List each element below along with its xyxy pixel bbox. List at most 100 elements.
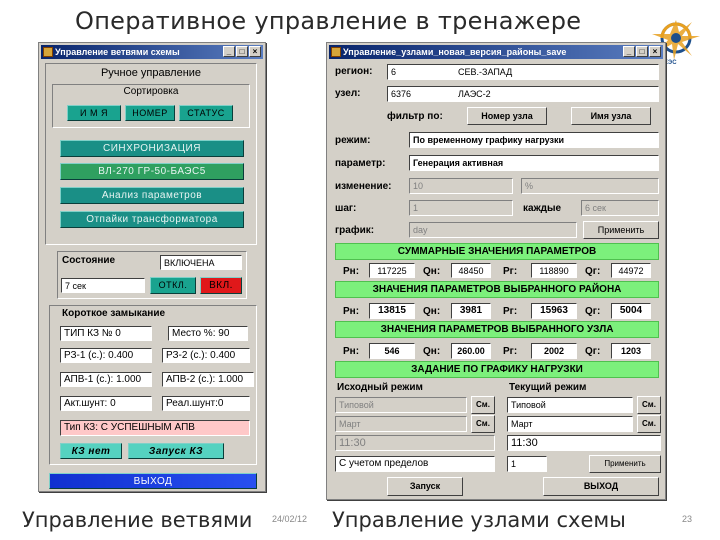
- sort-by-name-button[interactable]: И М Я: [67, 105, 121, 121]
- sum-pn-value: 117225: [369, 263, 415, 278]
- node-pn-label: Pн:: [343, 346, 360, 357]
- branch-window-title: Управление ветвями схемы: [55, 47, 180, 57]
- initial-month-cm-button[interactable]: См.: [471, 415, 495, 433]
- parameter-analysis-button[interactable]: Анализ параметров: [60, 187, 244, 204]
- transformer-taps-button[interactable]: Отпайки трансформатора: [60, 211, 244, 228]
- current-month-cm-button[interactable]: См.: [637, 415, 661, 433]
- apply-graph-button[interactable]: Применить: [583, 221, 659, 239]
- filter-by-number-button[interactable]: Номер узла: [467, 107, 547, 125]
- task-header: ЗАДАНИЕ ПО ГРАФИКУ НАГРУЗКИ: [335, 361, 659, 378]
- node-pn-value: 546: [369, 343, 415, 359]
- district-qg-value: 5004: [611, 303, 651, 319]
- node-qg-value: 1203: [611, 343, 651, 359]
- sum-qg-label: Qг:: [585, 266, 601, 277]
- sc-type-number: ТИП КЗ № 0: [60, 326, 152, 341]
- branch-window-titlebar[interactable]: Управление ветвями схемы _ □ ×: [41, 45, 263, 59]
- node-name: ЛАЭС-2: [458, 89, 491, 99]
- region-select[interactable]: 6 СЕВ.-ЗАПАД: [387, 64, 659, 80]
- mode-label: режим:: [335, 135, 371, 146]
- current-month-value: Март: [507, 416, 633, 432]
- param-label: параметр:: [335, 158, 386, 169]
- initial-time-value: 11:30: [335, 435, 495, 451]
- start-button[interactable]: Запуск: [387, 477, 463, 496]
- state-panel: Состояние ВКЛЮЧЕНА 7 сек ОТКЛ. ВКЛ.: [57, 251, 247, 299]
- summary-header: СУММАРНЫЕ ЗНАЧЕНИЯ ПАРАМЕТРОВ: [335, 243, 659, 260]
- sum-pg-label: Pг:: [503, 266, 518, 277]
- change-label: изменение:: [335, 181, 392, 192]
- node-window-titlebar[interactable]: Управление_узлами_новая_версия_районы_sa…: [329, 45, 663, 59]
- sc-relay-1: РЗ-1 (с.): 0.400: [60, 348, 152, 363]
- state-value: ВКЛЮЧЕНА: [160, 255, 242, 270]
- slide-title: Оперативное управление в тренажере: [75, 7, 582, 35]
- current-time-value: 11:30: [507, 435, 661, 451]
- short-circuit-title: Короткое замыкание: [62, 308, 166, 319]
- close-button[interactable]: ×: [649, 46, 661, 57]
- node-qn-label: Qн:: [423, 346, 441, 357]
- short-circuit-panel: Короткое замыкание ТИП КЗ № 0 Место %: 9…: [49, 305, 257, 465]
- initial-mode-cm-button[interactable]: См.: [471, 396, 495, 414]
- switch-on-button[interactable]: ВКЛ.: [200, 277, 242, 294]
- every-value[interactable]: 6 сек: [581, 200, 659, 216]
- graph-value[interactable]: day: [409, 222, 577, 238]
- close-button[interactable]: ×: [249, 46, 261, 57]
- node-code: 6376: [391, 89, 412, 99]
- limits-select[interactable]: С учетом пределов: [335, 456, 495, 472]
- graph-label: график:: [335, 225, 375, 236]
- change-value[interactable]: 10: [409, 178, 513, 194]
- node-control-window: Управление_узлами_новая_версия_районы_sa…: [326, 42, 666, 500]
- current-mode-cm-button[interactable]: См.: [637, 396, 661, 414]
- limits-number[interactable]: 1: [507, 456, 547, 472]
- initial-month-value: Март: [335, 416, 467, 432]
- node-select[interactable]: 6376 ЛАЭС-2: [387, 86, 659, 102]
- minimize-button[interactable]: _: [223, 46, 235, 57]
- maximize-button[interactable]: □: [636, 46, 648, 57]
- synchronization-button[interactable]: СИНХРОНИЗАЦИЯ: [60, 140, 244, 157]
- sort-panel: Сортировка И М Я НОМЕР СТАТУС: [52, 84, 250, 128]
- param-select[interactable]: Генерация активная: [409, 155, 659, 171]
- district-qg-label: Qг:: [585, 306, 601, 317]
- switch-off-button[interactable]: ОТКЛ.: [150, 277, 196, 294]
- sum-pn-label: Pн:: [343, 266, 360, 277]
- current-mode-value: Типовой: [507, 397, 633, 413]
- region-name: СЕВ.-ЗАПАД: [458, 67, 513, 77]
- sc-start-button[interactable]: Запуск КЗ: [128, 443, 224, 459]
- mode-select[interactable]: По временному графику нагрузки: [409, 132, 659, 148]
- district-pg-value: 15963: [531, 303, 577, 319]
- district-pg-label: Pг:: [503, 306, 518, 317]
- apply-task-button[interactable]: Применить: [589, 455, 661, 473]
- state-label: Состояние: [62, 255, 116, 266]
- district-qn-label: Qн:: [423, 306, 441, 317]
- node-pg-value: 2002: [531, 343, 577, 359]
- district-pn-value: 13815: [369, 303, 415, 319]
- region-code: 6: [391, 67, 397, 77]
- district-pn-label: Pн:: [343, 306, 360, 317]
- initial-mode-value: Типовой: [335, 397, 467, 413]
- step-value[interactable]: 1: [409, 200, 513, 216]
- sc-reclose-1: АПВ-1 (с.): 1.000: [60, 372, 152, 387]
- node-label: узел:: [335, 88, 361, 99]
- branch-exit-button[interactable]: ВЫХОД: [49, 473, 257, 489]
- sum-pg-value: 118890: [531, 263, 577, 278]
- sc-real-shunt: Реал.шунт:0: [162, 396, 250, 411]
- page-number: 23: [682, 514, 693, 524]
- node-exit-button[interactable]: ВЫХОД: [543, 477, 659, 496]
- sum-qn-label: Qн:: [423, 266, 441, 277]
- sum-qg-value: 44972: [611, 263, 651, 278]
- sort-by-status-button[interactable]: СТАТУС: [179, 105, 233, 121]
- sc-none-button[interactable]: КЗ нет: [60, 443, 122, 459]
- region-label: регион:: [335, 66, 373, 77]
- sum-qn-value: 48450: [451, 263, 491, 278]
- sc-reclose-2: АПВ-2 (с.): 1.000: [162, 372, 254, 387]
- sc-relay-2: РЗ-2 (с.): 0.400: [162, 348, 250, 363]
- branch-selector-button[interactable]: ВЛ-270 ГР-50-БАЭС5: [60, 163, 244, 180]
- maximize-button[interactable]: □: [236, 46, 248, 57]
- app-icon: [331, 47, 341, 57]
- every-label: каждые: [523, 203, 562, 214]
- sort-by-number-button[interactable]: НОМЕР: [125, 105, 175, 121]
- filter-by-name-button[interactable]: Имя узла: [571, 107, 651, 125]
- district-qn-value: 3981: [451, 303, 491, 319]
- time-value: 7 сек: [61, 278, 145, 293]
- initial-mode-label: Исходный режим: [337, 382, 423, 393]
- minimize-button[interactable]: _: [623, 46, 635, 57]
- sc-location: Место %: 90: [168, 326, 248, 341]
